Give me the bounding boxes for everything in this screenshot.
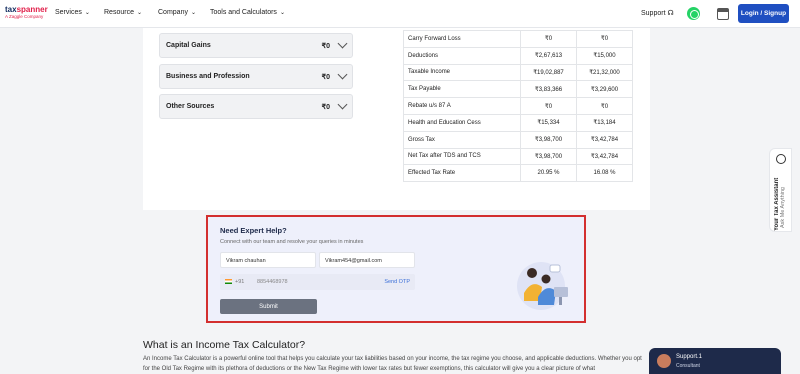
email-field[interactable]: Vikram454@gmail.com bbox=[319, 252, 415, 268]
chevron-down-icon: ⌄ bbox=[279, 10, 285, 16]
old-regime-value: ₹0 bbox=[520, 97, 577, 115]
row-label: Effected Tax Rate bbox=[403, 164, 521, 183]
old-regime-value: ₹3,98,700 bbox=[520, 147, 577, 166]
table-row: Deductions ₹2,67,613 ₹15,000 bbox=[403, 46, 633, 65]
submit-button[interactable]: Submit bbox=[220, 299, 317, 314]
nav-label: Services bbox=[55, 9, 82, 16]
row-label: Tax Payable bbox=[403, 80, 521, 99]
old-regime-value: 20.95 % bbox=[520, 164, 577, 183]
assistant-subtitle: Ask Me Anything bbox=[780, 187, 786, 228]
new-regime-value: ₹0 bbox=[576, 30, 633, 48]
row-label: Health and Education Cess bbox=[403, 113, 521, 132]
chevron-down-icon: ⌄ bbox=[84, 10, 90, 16]
new-regime-value: ₹21,32,000 bbox=[576, 63, 633, 82]
row-label: Taxable Income bbox=[403, 63, 521, 82]
table-row: Health and Education Cess ₹15,334 ₹13,184 bbox=[403, 113, 633, 132]
table-row: Rebate u/s 87 A ₹0 ₹0 bbox=[403, 97, 633, 115]
send-otp-button[interactable]: Send OTP bbox=[384, 279, 410, 285]
chevron-down-icon bbox=[337, 69, 348, 80]
nav-services[interactable]: Services ⌄ bbox=[55, 9, 90, 16]
new-regime-value: ₹3,42,784 bbox=[576, 130, 633, 149]
phone-field[interactable]: +91 8854468978 Send OTP bbox=[220, 274, 415, 290]
nav-company[interactable]: Company ⌄ bbox=[158, 9, 196, 16]
table-row: Effected Tax Rate 20.95 % 16.08 % bbox=[403, 164, 633, 183]
accordion-label: Capital Gains bbox=[166, 42, 211, 49]
old-regime-value: ₹3,98,700 bbox=[520, 130, 577, 149]
new-regime-value: ₹3,42,784 bbox=[576, 147, 633, 166]
new-regime-value: ₹13,184 bbox=[576, 113, 633, 132]
nav-resource[interactable]: Resource ⌄ bbox=[104, 9, 142, 16]
table-row: Tax Payable ₹3,83,366 ₹3,29,600 bbox=[403, 80, 633, 99]
whatsapp-icon[interactable] bbox=[687, 7, 700, 20]
avatar bbox=[657, 354, 671, 368]
table-row: Taxable Income ₹19,02,887 ₹21,32,000 bbox=[403, 63, 633, 82]
assistant-label: Your Tax Assistant Ask Me Anything bbox=[774, 169, 786, 231]
support-illustration bbox=[517, 262, 568, 310]
phone-input[interactable]: 8854468978 bbox=[257, 279, 288, 285]
old-regime-value: ₹2,67,613 bbox=[520, 46, 577, 65]
old-regime-value: ₹0 bbox=[520, 30, 577, 48]
country-code[interactable]: +91 bbox=[235, 279, 244, 285]
chevron-down-icon bbox=[337, 99, 348, 110]
new-regime-value: ₹0 bbox=[576, 97, 633, 115]
table-row: Net Tax after TDS and TCS ₹3,98,700 ₹3,42,… bbox=[403, 147, 633, 166]
new-regime-value: 16.08 % bbox=[576, 164, 633, 183]
nav-label: Company bbox=[158, 9, 188, 16]
table-row: Gross Tax ₹3,98,700 ₹3,42,784 bbox=[403, 130, 633, 149]
chevron-down-icon bbox=[337, 38, 348, 49]
logo-sub: A Zaggle Company bbox=[5, 14, 44, 19]
accordion-label: Other Sources bbox=[166, 103, 215, 110]
tax-comparison-table: Carry Forward Loss ₹0 ₹0 Deductions ₹2,67,61… bbox=[403, 30, 633, 183]
headset-icon: ☊ bbox=[667, 10, 674, 17]
old-regime-value: ₹3,83,366 bbox=[520, 80, 577, 99]
assistant-icon bbox=[776, 154, 786, 164]
row-label: Net Tax after TDS and TCS bbox=[403, 147, 521, 166]
new-regime-value: ₹3,29,600 bbox=[576, 80, 633, 99]
nav-label: Resource bbox=[104, 9, 134, 16]
chevron-down-icon: ⌄ bbox=[190, 10, 196, 16]
support-label: Support bbox=[641, 10, 666, 17]
name-field[interactable]: Vikram chauhan bbox=[220, 252, 316, 268]
expert-subtitle: Connect with our team and resolve your q… bbox=[220, 239, 364, 245]
logo-accent: spanner bbox=[16, 5, 48, 14]
table-row: Carry Forward Loss ₹0 ₹0 bbox=[403, 30, 633, 48]
old-regime-value: ₹19,02,887 bbox=[520, 63, 577, 82]
new-regime-value: ₹15,000 bbox=[576, 46, 633, 65]
accordion-value: ₹0 bbox=[321, 104, 330, 111]
accordion-value: ₹0 bbox=[321, 74, 330, 81]
chat-widget[interactable]: Support.1 Consultant bbox=[649, 348, 781, 374]
india-flag-icon bbox=[225, 279, 232, 284]
row-label: Carry Forward Loss bbox=[403, 30, 521, 48]
top-header: taxspanner A Zaggle Company Services ⌄ Re… bbox=[0, 0, 800, 28]
chat-agent-role: Consultant bbox=[676, 363, 700, 369]
chat-agent-name: Support.1 bbox=[676, 354, 703, 360]
article-text: An Income Tax Calculator is a powerful o… bbox=[143, 356, 642, 372]
accordion-value: ₹0 bbox=[321, 43, 330, 50]
expert-title: Need Expert Help? bbox=[220, 226, 287, 235]
nav-label: Tools and Calculators bbox=[210, 9, 277, 16]
expert-help-form: Need Expert Help? Connect with our team … bbox=[206, 215, 586, 323]
calendar-icon[interactable] bbox=[717, 8, 729, 20]
row-label: Gross Tax bbox=[403, 130, 521, 149]
accordion-business-profession[interactable]: Business and Profession ₹0 bbox=[159, 64, 353, 89]
calculator-card: Capital Gains ₹0 Business and Profession… bbox=[143, 28, 650, 210]
accordion-other-sources[interactable]: Other Sources ₹0 bbox=[159, 94, 353, 119]
support-link[interactable]: Support ☊ bbox=[641, 9, 674, 17]
accordion-label: Business and Profession bbox=[166, 73, 250, 80]
old-regime-value: ₹15,334 bbox=[520, 113, 577, 132]
row-label: Rebate u/s 87 A bbox=[403, 97, 521, 115]
logo-main: tax bbox=[5, 5, 17, 14]
login-signup-button[interactable]: Login / Signup bbox=[738, 4, 789, 23]
article-title: What is an Income Tax Calculator? bbox=[143, 339, 306, 351]
row-label: Deductions bbox=[403, 46, 521, 65]
nav-tools[interactable]: Tools and Calculators ⌄ bbox=[210, 9, 285, 16]
logo[interactable]: taxspanner A Zaggle Company bbox=[5, 5, 51, 23]
tax-assistant-tab[interactable]: Your Tax Assistant Ask Me Anything bbox=[769, 148, 792, 232]
chevron-down-icon: ⌄ bbox=[136, 10, 142, 16]
accordion-capital-gains[interactable]: Capital Gains ₹0 bbox=[159, 33, 353, 58]
